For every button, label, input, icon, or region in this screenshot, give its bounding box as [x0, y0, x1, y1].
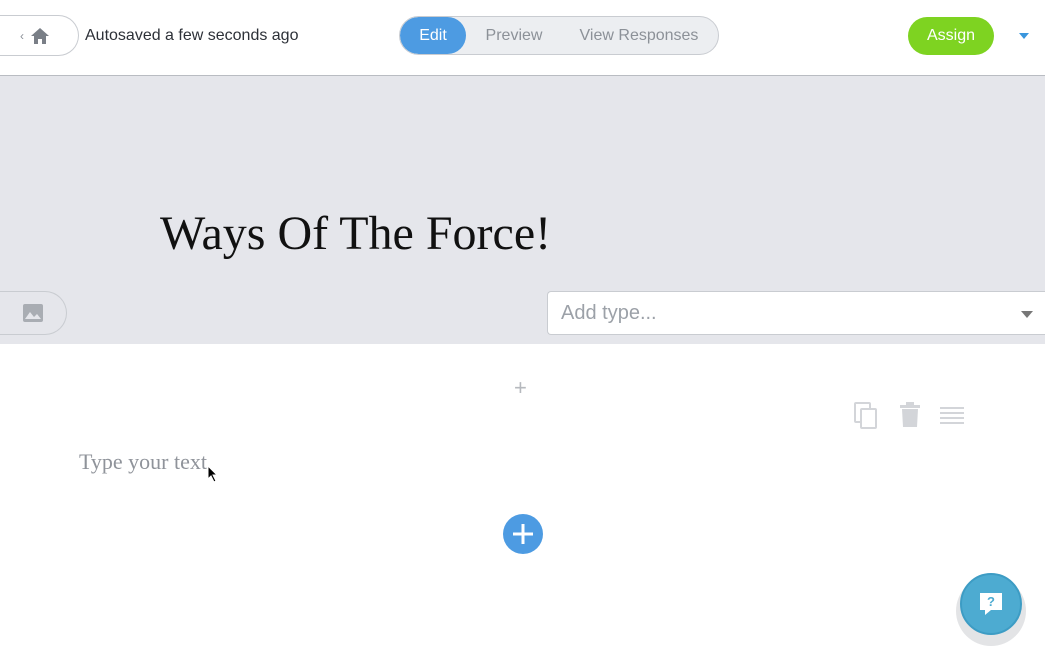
plus-circle-icon — [513, 524, 533, 544]
help-chat-icon: ? — [980, 593, 1002, 615]
app-window: ‹ Autosaved a few seconds ago Edit Previ… — [0, 0, 1045, 660]
copy-icon[interactable] — [853, 402, 879, 430]
insert-block-plus-icon[interactable]: + — [514, 377, 527, 399]
add-block-button[interactable] — [503, 514, 543, 554]
trash-icon[interactable] — [899, 402, 921, 428]
add-type-select[interactable] — [547, 291, 1045, 335]
header-band: Ways Of The Force! — [0, 76, 1045, 344]
assign-button[interactable]: Assign — [908, 17, 994, 55]
home-icon — [31, 27, 49, 44]
mouse-pointer-icon — [207, 465, 219, 483]
drag-handle-icon[interactable] — [940, 406, 964, 426]
image-icon — [23, 304, 43, 322]
autosave-status: Autosaved a few seconds ago — [85, 27, 299, 44]
chevron-down-icon[interactable] — [1021, 311, 1033, 318]
view-tabs: Edit Preview View Responses — [399, 16, 719, 55]
tab-preview[interactable]: Preview — [466, 17, 562, 54]
assign-dropdown-caret-icon[interactable] — [1019, 33, 1029, 39]
page-title[interactable]: Ways Of The Force! — [160, 206, 551, 261]
svg-text:?: ? — [987, 594, 995, 609]
text-block-placeholder[interactable]: Type your text — [79, 449, 207, 475]
chevron-left-icon: ‹ — [20, 28, 24, 43]
add-type-input[interactable] — [561, 301, 981, 325]
tab-view-responses[interactable]: View Responses — [562, 17, 716, 54]
top-bar: ‹ Autosaved a few seconds ago Edit Previ… — [0, 0, 1045, 76]
add-image-button[interactable] — [0, 291, 67, 335]
home-button[interactable]: ‹ — [0, 15, 79, 56]
help-chat-button[interactable]: ? — [960, 573, 1022, 635]
tab-edit[interactable]: Edit — [400, 17, 466, 54]
